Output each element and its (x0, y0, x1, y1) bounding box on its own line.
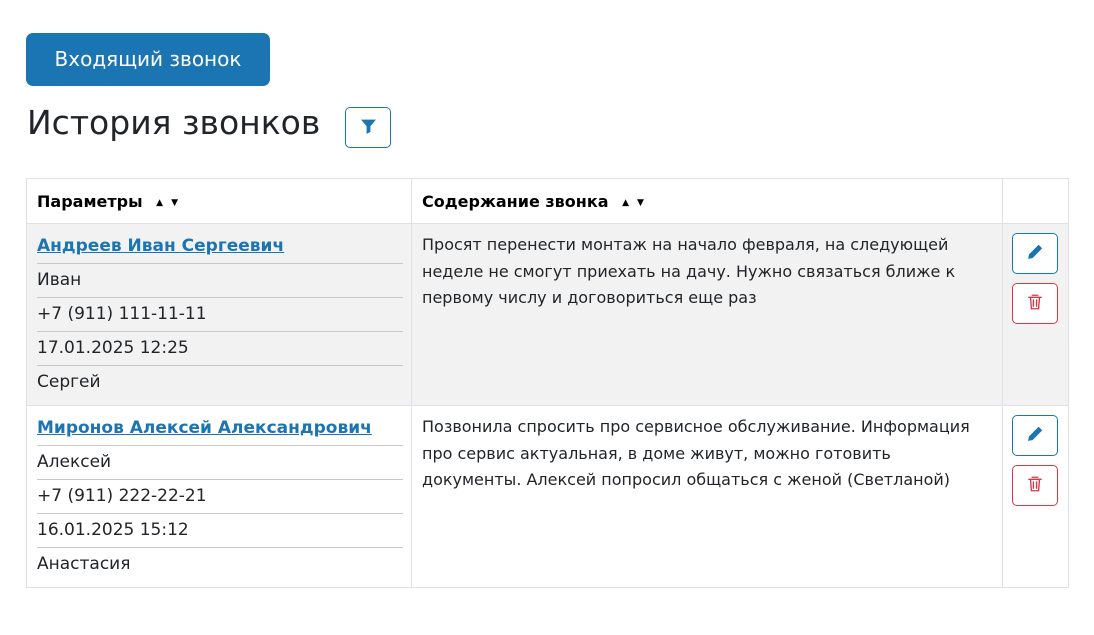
trash-icon (1026, 293, 1044, 314)
sort-desc-icon[interactable]: ▼ (171, 198, 186, 208)
trash-icon (1026, 475, 1044, 496)
table-row: Андреев Иван Сергеевич Иван +7 (911) 111… (26, 223, 1069, 406)
column-header-label: Содержание звонка (422, 191, 609, 211)
edit-button[interactable] (1012, 415, 1058, 456)
client-name-link[interactable]: Андреев Иван Сергеевич (37, 236, 284, 256)
call-content: Позвонила спросить про сервисное обслужи… (411, 405, 1003, 588)
client-name-link[interactable]: Миронов Алексей Александрович (37, 418, 372, 438)
params-cell: Миронов Алексей Александрович Алексей +7… (26, 405, 412, 588)
sort-asc-icon[interactable]: ▲ (156, 198, 171, 208)
filter-icon (360, 118, 377, 138)
client-name-line: Андреев Иван Сергеевич (37, 230, 403, 264)
column-header-label: Параметры (37, 191, 143, 211)
manager-name: Сергей (37, 372, 101, 392)
incoming-call-button[interactable]: Входящий звонок (26, 33, 270, 86)
pencil-icon (1026, 425, 1044, 446)
column-header-actions (1002, 178, 1069, 224)
phone-number: +7 (911) 111-11-11 (37, 298, 403, 332)
params-cell: Андреев Иван Сергеевич Иван +7 (911) 111… (26, 223, 412, 406)
client-name-line: Миронов Алексей Александрович (37, 412, 403, 446)
table-header-row: Параметры ▲▼ Содержание звонка ▲▼ (26, 178, 1069, 224)
sort-asc-icon[interactable]: ▲ (622, 198, 637, 208)
column-header-params[interactable]: Параметры ▲▼ (26, 178, 412, 224)
actions-cell (1002, 405, 1069, 588)
phone-number: +7 (911) 222-22-21 (37, 480, 403, 514)
edit-button[interactable] (1012, 233, 1058, 274)
call-datetime: 16.01.2025 15:12 (37, 514, 403, 548)
actions-cell (1002, 223, 1069, 406)
calls-table: Параметры ▲▼ Содержание звонка ▲▼ Андрее… (26, 178, 1069, 588)
call-datetime: 17.01.2025 12:25 (37, 332, 403, 366)
column-header-content[interactable]: Содержание звонка ▲▼ (411, 178, 1003, 224)
table-row: Миронов Алексей Александрович Алексей +7… (26, 405, 1069, 588)
filter-button[interactable] (345, 107, 391, 148)
manager-name: Анастасия (37, 554, 131, 574)
sort-desc-icon[interactable]: ▼ (637, 198, 652, 208)
contact-name: Иван (37, 264, 403, 298)
delete-button[interactable] (1012, 283, 1058, 324)
call-content: Просят перенести монтаж на начало феврал… (411, 223, 1003, 406)
sort-arrows: ▲▼ (622, 198, 652, 208)
contact-name: Алексей (37, 446, 403, 480)
delete-button[interactable] (1012, 465, 1058, 506)
pencil-icon (1026, 243, 1044, 264)
page-title: История звонков (27, 103, 321, 142)
sort-arrows: ▲▼ (156, 198, 186, 208)
